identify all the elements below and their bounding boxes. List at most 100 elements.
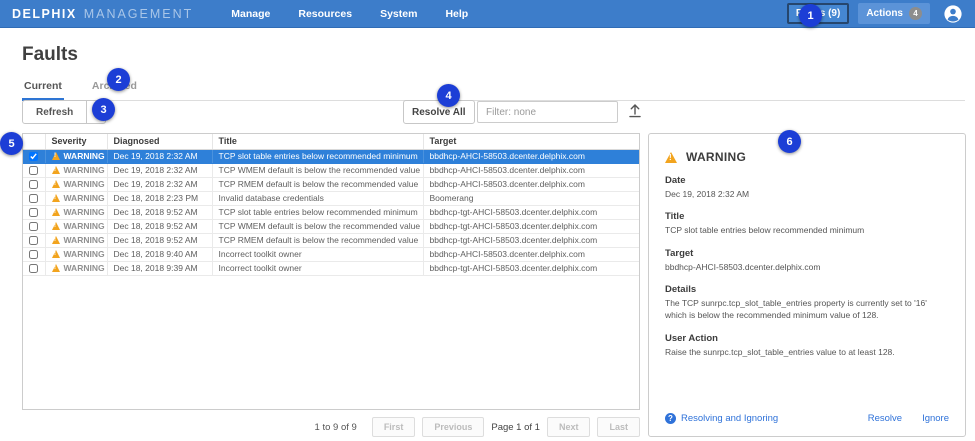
nav-item-manage[interactable]: Manage xyxy=(231,8,270,20)
row-checkbox-cell[interactable] xyxy=(23,247,45,261)
diagnosed-cell: Dec 18, 2018 9:40 AM xyxy=(107,247,212,261)
table-row[interactable]: WARNINGDec 18, 2018 9:40 AMIncorrect too… xyxy=(23,247,639,261)
table-row[interactable]: WARNINGDec 18, 2018 9:52 AMTCP slot tabl… xyxy=(23,205,639,219)
warning-icon xyxy=(52,180,60,188)
pagination-first-button[interactable]: First xyxy=(372,417,416,437)
target-cell: bbdhcp-tgt-AHCI-58503.dcenter.delphix.co… xyxy=(423,205,639,219)
pagination-previous-button[interactable]: Previous xyxy=(422,417,484,437)
detail-target-label: Target xyxy=(665,248,949,259)
resolve-link[interactable]: Resolve xyxy=(868,413,902,424)
severity-cell: WARNING xyxy=(45,233,107,247)
pagination-next-button[interactable]: Next xyxy=(547,417,591,437)
ignore-link[interactable]: Ignore xyxy=(922,413,949,424)
refresh-button[interactable]: Refresh xyxy=(22,100,87,124)
diagnosed-cell: Dec 18, 2018 9:52 AM xyxy=(107,205,212,219)
warning-icon xyxy=(52,166,60,174)
resolve-all-button[interactable]: Resolve All xyxy=(403,100,475,124)
top-navigation-bar: DELPHIX MANAGEMENT Manage Resources Syst… xyxy=(0,0,975,28)
tab-current[interactable]: Current xyxy=(22,76,64,101)
pagination-bar: 1 to 9 of 9 First Previous Page 1 of 1 N… xyxy=(22,417,640,437)
header-target[interactable]: Target xyxy=(423,134,639,149)
row-checkbox[interactable] xyxy=(29,250,38,259)
row-checkbox[interactable] xyxy=(29,222,38,231)
table-row[interactable]: WARNINGDec 19, 2018 2:32 AMTCP RMEM defa… xyxy=(23,177,639,191)
detail-details-value: The TCP sunrpc.tcp_slot_table_entries pr… xyxy=(665,297,949,322)
severity-text: WARNING xyxy=(64,221,105,231)
help-icon: ? xyxy=(665,413,676,424)
title-cell: TCP slot table entries below recommended… xyxy=(212,149,423,163)
detail-target-group: Target bbdhcp-AHCI-58503.dcenter.delphix… xyxy=(665,248,949,273)
callout-badge-2: 2 xyxy=(107,68,130,91)
warning-icon xyxy=(52,236,60,244)
row-checkbox[interactable] xyxy=(29,180,38,189)
severity-cell: WARNING xyxy=(45,205,107,219)
detail-user-action-group: User Action Raise the sunrpc.tcp_slot_ta… xyxy=(665,333,949,358)
diagnosed-cell: Dec 18, 2018 2:23 PM xyxy=(107,191,212,205)
row-checkbox[interactable] xyxy=(29,264,38,273)
actions-button-label: Actions xyxy=(866,8,903,19)
table-row[interactable]: WARNINGDec 18, 2018 9:39 AMIncorrect too… xyxy=(23,261,639,275)
row-checkbox[interactable] xyxy=(29,152,38,161)
severity-cell: WARNING xyxy=(45,261,107,275)
detail-user-action-label: User Action xyxy=(665,333,949,344)
severity-text: WARNING xyxy=(64,263,105,273)
diagnosed-cell: Dec 19, 2018 2:32 AM xyxy=(107,177,212,191)
severity-cell: WARNING xyxy=(45,177,107,191)
row-checkbox-cell[interactable] xyxy=(23,163,45,177)
brand-secondary: MANAGEMENT xyxy=(84,7,194,21)
table-row[interactable]: WARNINGDec 18, 2018 9:52 AMTCP WMEM defa… xyxy=(23,219,639,233)
table-row[interactable]: WARNINGDec 19, 2018 2:32 AMTCP WMEM defa… xyxy=(23,163,639,177)
callout-badge-1: 1 xyxy=(799,4,822,27)
row-checkbox-cell[interactable] xyxy=(23,149,45,163)
severity-text: WARNING xyxy=(64,151,105,161)
help-link-label: Resolving and Ignoring xyxy=(681,413,778,424)
detail-severity-heading: WARNING xyxy=(665,150,949,164)
nav-item-help[interactable]: Help xyxy=(445,8,468,20)
row-checkbox-cell[interactable] xyxy=(23,191,45,205)
nav-item-resources[interactable]: Resources xyxy=(298,8,352,20)
header-severity[interactable]: Severity xyxy=(45,134,107,149)
fault-detail-panel: WARNING Date Dec 19, 2018 2:32 AM Title … xyxy=(648,133,966,437)
nav-item-system[interactable]: System xyxy=(380,8,417,20)
row-checkbox-cell[interactable] xyxy=(23,261,45,275)
severity-text: WARNING xyxy=(64,165,105,175)
header-diagnosed[interactable]: Diagnosed xyxy=(107,134,212,149)
detail-date-label: Date xyxy=(665,175,949,186)
row-checkbox-cell[interactable] xyxy=(23,219,45,233)
severity-cell: WARNING xyxy=(45,247,107,261)
pagination-last-button[interactable]: Last xyxy=(597,417,640,437)
pagination-range: 1 to 9 of 9 xyxy=(315,422,357,433)
title-cell: Incorrect toolkit owner xyxy=(212,247,423,261)
detail-footer: ? Resolving and Ignoring Resolve Ignore xyxy=(665,413,949,424)
user-profile-icon[interactable] xyxy=(943,4,963,24)
export-icon[interactable] xyxy=(626,103,644,121)
target-cell: bbdhcp-AHCI-58503.dcenter.delphix.com xyxy=(423,177,639,191)
detail-date-group: Date Dec 19, 2018 2:32 AM xyxy=(665,175,949,200)
callout-badge-5: 5 xyxy=(0,132,23,155)
table-row[interactable]: WARNINGDec 18, 2018 2:23 PMInvalid datab… xyxy=(23,191,639,205)
row-checkbox[interactable] xyxy=(29,208,38,217)
detail-date-value: Dec 19, 2018 2:32 AM xyxy=(665,188,949,200)
actions-button[interactable]: Actions 4 xyxy=(858,3,930,24)
header-title[interactable]: Title xyxy=(212,134,423,149)
callout-badge-3: 3 xyxy=(92,98,115,121)
table-row[interactable]: WARNINGDec 19, 2018 2:32 AMTCP slot tabl… xyxy=(23,149,639,163)
filter-input[interactable] xyxy=(477,101,618,123)
row-checkbox-cell[interactable] xyxy=(23,205,45,219)
row-checkbox[interactable] xyxy=(29,236,38,245)
resolving-ignoring-help-link[interactable]: ? Resolving and Ignoring xyxy=(665,413,778,424)
target-cell: bbdhcp-tgt-AHCI-58503.dcenter.delphix.co… xyxy=(423,219,639,233)
row-checkbox-cell[interactable] xyxy=(23,177,45,191)
severity-text: WARNING xyxy=(64,193,105,203)
row-checkbox[interactable] xyxy=(29,166,38,175)
fault-table-body: WARNINGDec 19, 2018 2:32 AMTCP slot tabl… xyxy=(23,149,639,275)
severity-text: WARNING xyxy=(64,179,105,189)
row-checkbox[interactable] xyxy=(29,194,38,203)
warning-icon xyxy=(52,222,60,230)
table-row[interactable]: WARNINGDec 18, 2018 9:52 AMTCP RMEM defa… xyxy=(23,233,639,247)
row-checkbox-cell[interactable] xyxy=(23,233,45,247)
app-logo[interactable]: DELPHIX MANAGEMENT xyxy=(12,7,193,21)
warning-icon xyxy=(52,194,60,202)
detail-title-group: Title TCP slot table entries below recom… xyxy=(665,211,949,236)
severity-text: WARNING xyxy=(64,249,105,259)
